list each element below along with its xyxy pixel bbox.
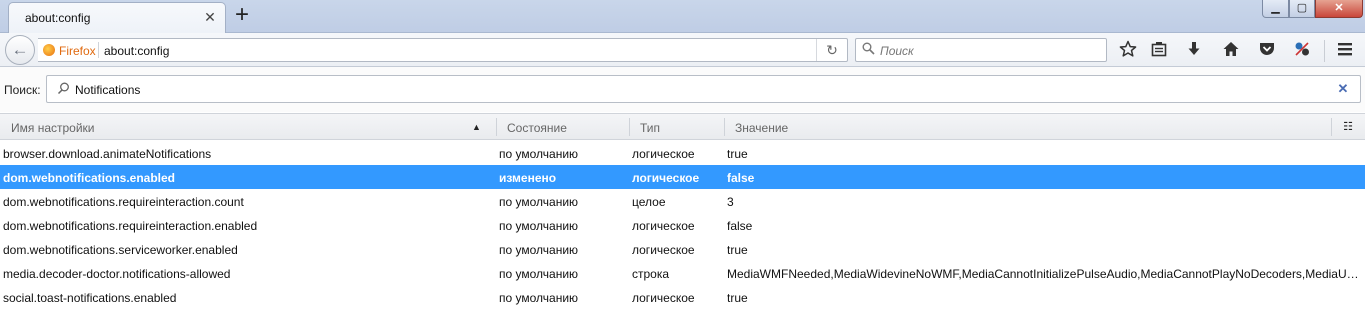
reading-list-icon[interactable] (1149, 40, 1169, 60)
identity-label[interactable]: Firefox (59, 44, 96, 58)
downloads-icon[interactable] (1184, 40, 1204, 60)
column-divider (1331, 118, 1332, 136)
search-placeholder: Поиск (880, 44, 914, 58)
back-button[interactable]: ← (5, 35, 35, 65)
window-maximize-button[interactable]: ▢ (1289, 0, 1315, 18)
tab-title: about:config (25, 11, 91, 25)
column-header-type[interactable]: Тип (640, 121, 660, 135)
filter-value: Notifications (75, 83, 141, 97)
pref-status: изменено (499, 171, 557, 185)
home-icon[interactable] (1221, 40, 1241, 60)
column-picker-icon[interactable]: ☷ (1341, 120, 1355, 133)
reload-icon[interactable]: ↻ (824, 42, 840, 58)
pref-type: логическое (632, 219, 695, 233)
pref-name: media.decoder-doctor.notifications-allow… (3, 267, 231, 281)
pocket-icon[interactable] (1257, 40, 1277, 60)
pref-status: по умолчанию (499, 291, 579, 305)
config-table-header: Имя настройки ▲ Состояние Тип Значение ☷ (0, 113, 1365, 140)
url-bar[interactable]: Firefox about:config ↻ (38, 38, 848, 62)
table-row[interactable]: dom.webnotifications.requireinteraction.… (0, 213, 1365, 237)
column-divider[interactable] (496, 118, 497, 136)
config-search-row: Поиск: Notifications ✕ (0, 67, 1365, 112)
column-header-value[interactable]: Значение (735, 121, 788, 135)
config-filter-input[interactable]: Notifications ✕ (46, 75, 1361, 103)
new-tab-button[interactable]: + (232, 3, 252, 27)
pref-value: MediaWMFNeeded,MediaWidevineNoWMF,MediaC… (727, 267, 1363, 281)
table-row[interactable]: social.toast-notifications.enabled по ум… (0, 285, 1365, 309)
web-search-input[interactable]: Поиск (855, 38, 1107, 62)
url-divider-right (816, 39, 817, 61)
search-icon (57, 82, 70, 98)
pref-name: social.toast-notifications.enabled (3, 291, 177, 305)
pref-type: строка (632, 267, 670, 281)
table-row[interactable]: browser.download.animateNotifications по… (0, 141, 1365, 165)
column-divider[interactable] (629, 118, 630, 136)
pref-type: логическое (632, 171, 700, 185)
pref-status: по умолчанию (499, 219, 579, 233)
tab-close-icon[interactable]: ✕ (203, 9, 217, 25)
window-minimize-button[interactable]: ▁ (1262, 0, 1289, 18)
tab-strip: about:config ✕ + ▁ ▢ ✕ (0, 0, 1365, 33)
tab-about-config[interactable]: about:config ✕ (8, 2, 226, 33)
pref-value: true (727, 147, 748, 161)
pref-status: по умолчанию (499, 243, 579, 257)
table-row[interactable]: dom.webnotifications.requireinteraction.… (0, 189, 1365, 213)
firefox-logo-icon (43, 44, 55, 56)
search-icon (862, 42, 875, 58)
pref-status: по умолчанию (499, 267, 579, 281)
table-row-selected[interactable]: dom.webnotifications.enabled изменено ло… (0, 165, 1365, 189)
window-close-button[interactable]: ✕ (1315, 0, 1363, 18)
pref-value: false (727, 171, 755, 185)
pref-name: browser.download.animateNotifications (3, 147, 212, 161)
pref-status: по умолчанию (499, 195, 579, 209)
url-divider (98, 42, 99, 58)
pref-name: dom.webnotifications.serviceworker.enabl… (3, 243, 238, 257)
pref-value: true (727, 243, 748, 257)
sort-ascending-icon: ▲ (472, 122, 481, 132)
pref-value: true (727, 291, 748, 305)
pref-type: логическое (632, 291, 695, 305)
table-row[interactable]: media.decoder-doctor.notifications-allow… (0, 261, 1365, 285)
addon-icon[interactable] (1292, 40, 1312, 60)
toolbar-divider (1324, 40, 1325, 62)
url-input[interactable]: about:config (104, 44, 169, 58)
column-divider[interactable] (724, 118, 725, 136)
clear-filter-icon[interactable]: ✕ (1336, 81, 1350, 97)
pref-type: логическое (632, 243, 695, 257)
pref-type: логическое (632, 147, 695, 161)
column-header-name[interactable]: Имя настройки (11, 121, 95, 135)
pref-type: целое (632, 195, 666, 209)
pref-status: по умолчанию (499, 147, 579, 161)
pref-value: false (727, 219, 753, 233)
column-header-status[interactable]: Состояние (507, 121, 567, 135)
search-label: Поиск: (4, 83, 41, 97)
pref-name: dom.webnotifications.requireinteraction.… (3, 195, 244, 209)
pref-value: 3 (727, 195, 734, 209)
navigation-toolbar: Firefox about:config ↻ ← Поиск (0, 33, 1365, 67)
table-row[interactable]: dom.webnotifications.serviceworker.enabl… (0, 237, 1365, 261)
pref-name: dom.webnotifications.enabled (3, 171, 176, 185)
pref-name: dom.webnotifications.requireinteraction.… (3, 219, 258, 233)
bookmark-star-icon[interactable] (1118, 40, 1138, 60)
menu-icon[interactable] (1335, 40, 1355, 60)
